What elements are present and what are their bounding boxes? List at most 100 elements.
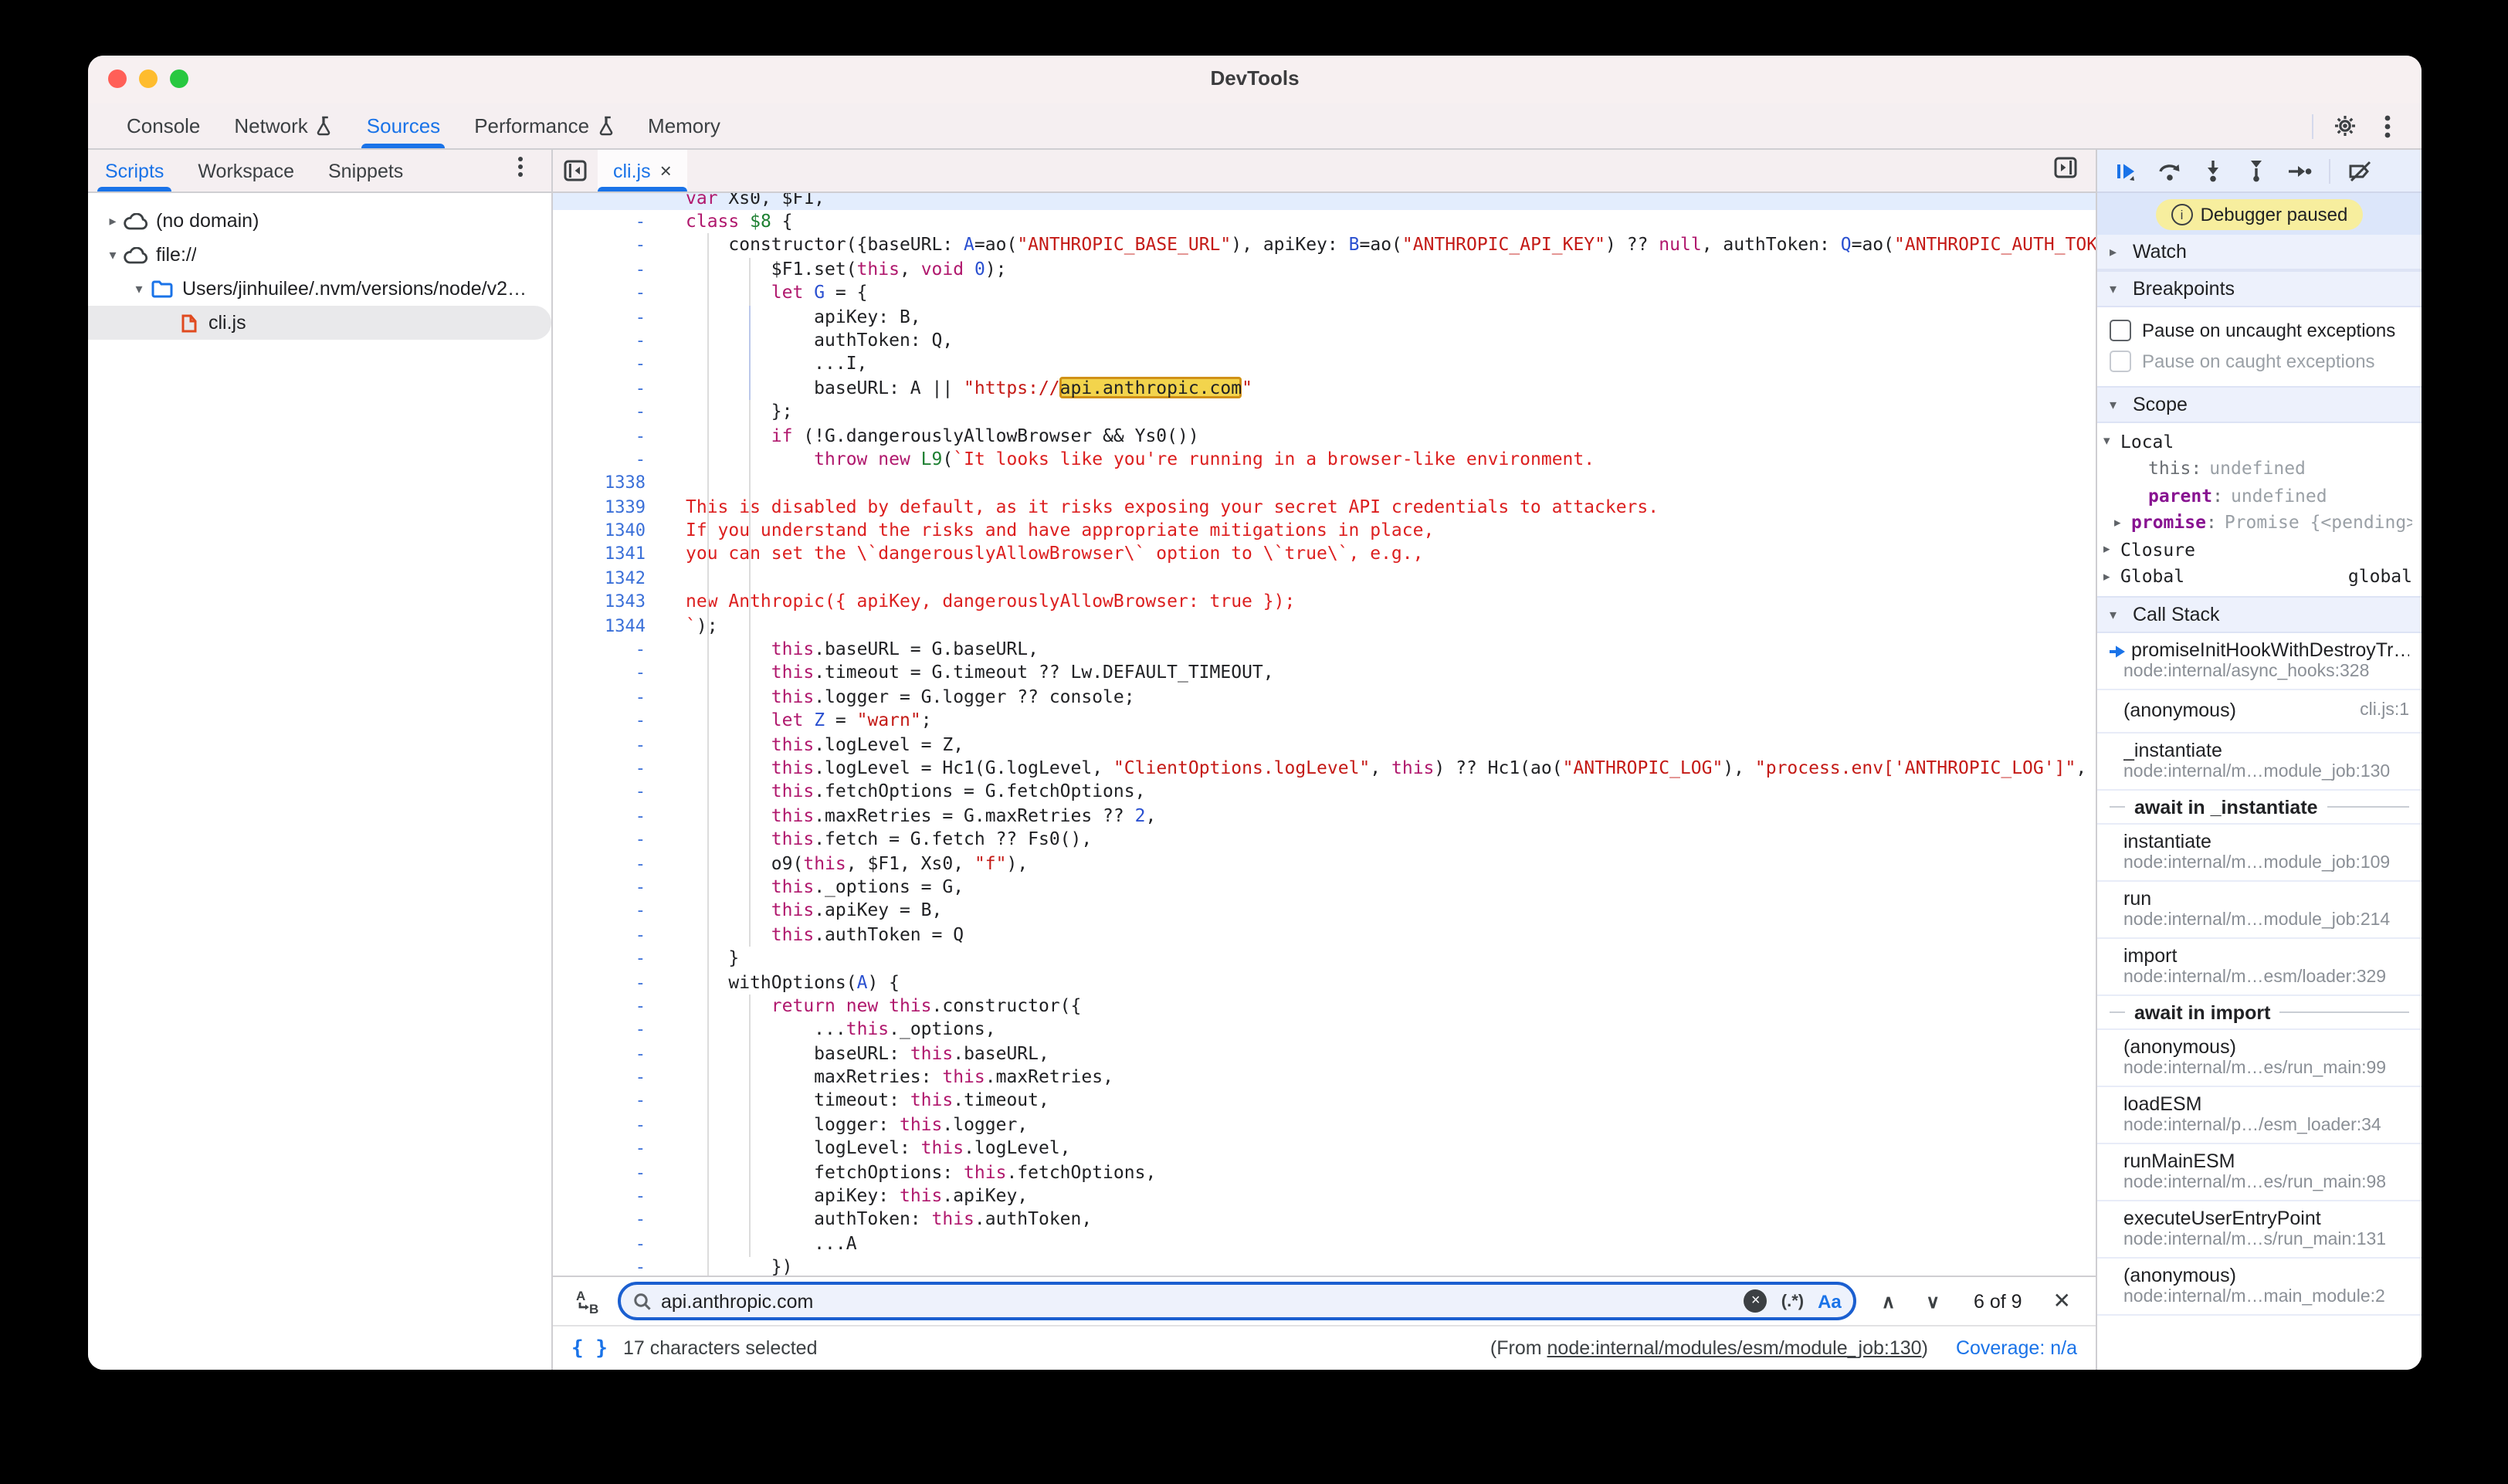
replace-toggle-icon[interactable]: AB <box>568 1284 605 1318</box>
toggle-navigator-icon[interactable] <box>553 150 598 191</box>
search-input[interactable]: api.anthropic.com × (.*) Aa <box>618 1282 1857 1320</box>
code-line[interactable]: - let Z = "warn"; <box>553 709 2096 733</box>
code-line[interactable]: - this._options = G, <box>553 876 2096 900</box>
code-line[interactable]: - this.baseURL = G.baseURL, <box>553 638 2096 662</box>
call-stack-frame[interactable]: (anonymous)node:internal/m…es/run_main:9… <box>2097 1030 2422 1087</box>
code-line[interactable]: - logLevel: this.logLevel, <box>553 1137 2096 1160</box>
gutter-marker[interactable]: - <box>553 1137 667 1160</box>
code-line[interactable]: - ...I, <box>553 353 2096 377</box>
tree-item-cli-js[interactable]: cli.js <box>88 306 551 340</box>
tree-caret-icon[interactable]: ▾ <box>103 246 122 263</box>
kebab-menu-icon[interactable] <box>2369 109 2406 143</box>
clear-search-icon[interactable]: × <box>1744 1289 1767 1313</box>
scope-item-global[interactable]: ▸Globalglobal <box>2097 563 2422 590</box>
gutter-marker[interactable]: - <box>553 305 667 329</box>
code-line[interactable]: - ...this._options, <box>553 1018 2096 1042</box>
deactivate-breakpoints-icon[interactable] <box>2340 154 2380 188</box>
tree-caret-icon[interactable]: ▾ <box>130 280 148 297</box>
regex-toggle[interactable]: (.*) <box>1781 1292 1804 1310</box>
code-line[interactable]: - this.fetchOptions = G.fetchOptions, <box>553 781 2096 805</box>
gutter-marker[interactable]: - <box>553 234 667 258</box>
code-line[interactable]: - this.logger = G.logger ?? console; <box>553 686 2096 710</box>
code-line[interactable]: - constructor({baseURL: A=ao("ANTHROPIC_… <box>553 234 2096 258</box>
code-line[interactable]: var Xs0, $F1, <box>553 193 2096 210</box>
code-line[interactable]: - this.authToken = Q <box>553 923 2096 947</box>
code-line[interactable]: - this.logLevel = Hc1(G.logLevel, "Clien… <box>553 757 2096 781</box>
settings-gear-icon[interactable] <box>2326 109 2363 143</box>
call-stack-frame[interactable]: instantiatenode:internal/m…module_job:10… <box>2097 825 2422 882</box>
gutter-marker[interactable]: - <box>553 258 667 282</box>
code-line[interactable]: 1343new Anthropic({ apiKey, dangerouslyA… <box>553 591 2096 615</box>
coverage-link[interactable]: Coverage: n/a <box>1956 1337 2077 1359</box>
tree-item-users-jinhuilee-nvm-versions-node-v2-[interactable]: ▾Users/jinhuilee/.nvm/versions/node/v2… <box>88 272 551 306</box>
tab-network[interactable]: Network <box>217 103 349 148</box>
resume-script-icon[interactable] <box>2106 154 2147 188</box>
gutter-marker[interactable]: - <box>553 1208 667 1232</box>
tab-memory[interactable]: Memory <box>631 103 737 148</box>
gutter-marker[interactable]: - <box>553 971 667 994</box>
call-stack-frame[interactable]: executeUserEntryPointnode:internal/m…s/r… <box>2097 1201 2422 1259</box>
gutter-marker[interactable]: 1342 <box>553 567 667 591</box>
match-case-toggle[interactable]: Aa <box>1818 1290 1842 1312</box>
scope-item-this[interactable]: this:undefined <box>2097 455 2422 482</box>
section-scope[interactable]: ▾ Scope <box>2097 386 2422 423</box>
scope-item-promise[interactable]: ▸promise:Promise {<pending>} <box>2097 509 2422 536</box>
gutter-marker[interactable]: - <box>553 1113 667 1137</box>
call-stack-frame[interactable]: (anonymous)cli.js:1 <box>2097 690 2422 734</box>
step-icon[interactable] <box>2279 154 2320 188</box>
code-line[interactable]: 1341you can set the \`dangerouslyAllowBr… <box>553 543 2096 567</box>
gutter-marker[interactable]: - <box>553 281 667 305</box>
gutter-marker[interactable]: - <box>553 876 667 900</box>
call-stack-frame[interactable]: promiseInitHookWithDestroyTr…node:intern… <box>2097 633 2422 690</box>
toggle-debugger-sidebar-icon[interactable] <box>2046 150 2096 184</box>
navigator-tab-workspace[interactable]: Workspace <box>181 150 311 191</box>
tree-caret-icon[interactable]: ▸ <box>103 212 122 229</box>
code-line[interactable]: 1342 <box>553 567 2096 591</box>
code-line[interactable]: 1340If you understand the risks and have… <box>553 519 2096 543</box>
code-line[interactable]: -class $8 { <box>553 210 2096 234</box>
gutter-marker[interactable]: - <box>553 805 667 828</box>
code-line[interactable]: - maxRetries: this.maxRetries, <box>553 1066 2096 1089</box>
editor-tab-close-icon[interactable]: × <box>660 159 672 182</box>
gutter-marker[interactable]: - <box>553 400 667 424</box>
gutter-marker[interactable]: - <box>553 1160 667 1184</box>
code-line[interactable]: - baseURL: this.baseURL, <box>553 1042 2096 1066</box>
code-line[interactable]: - } <box>553 947 2096 971</box>
checkbox-pause-on-uncaught-exceptions[interactable]: Pause on uncaught exceptions <box>2097 315 2422 346</box>
code-line[interactable]: - $F1.set(this, void 0); <box>553 258 2096 282</box>
previous-match-icon[interactable]: ∧ <box>1882 1290 1896 1312</box>
gutter-marker[interactable]: - <box>553 329 667 353</box>
gutter-marker[interactable]: - <box>553 353 667 377</box>
gutter-marker[interactable]: 1344 <box>553 614 667 638</box>
navigator-tab-scripts[interactable]: Scripts <box>88 150 181 191</box>
section-watch[interactable]: ▸ Watch <box>2097 235 2422 270</box>
call-stack-frame[interactable]: runMainESMnode:internal/m…es/run_main:98 <box>2097 1144 2422 1201</box>
call-stack-frame[interactable]: runnode:internal/m…module_job:214 <box>2097 882 2422 939</box>
gutter-marker[interactable]: - <box>553 1018 667 1042</box>
navigator-tab-snippets[interactable]: Snippets <box>311 150 420 191</box>
code-line[interactable]: - authToken: this.authToken, <box>553 1208 2096 1232</box>
section-breakpoints[interactable]: ▾ Breakpoints <box>2097 270 2422 307</box>
scope-caret-icon[interactable]: ▸ <box>2103 568 2120 585</box>
code-line[interactable]: - baseURL: A || "https://api.anthropic.c… <box>553 376 2096 400</box>
gutter-marker[interactable]: 1339 <box>553 495 667 519</box>
from-source-link[interactable]: node:internal/modules/esm/module_job:130 <box>1547 1337 1922 1359</box>
navigator-kebab-menu-icon[interactable] <box>502 150 551 184</box>
code-line[interactable]: 1339This is disabled by default, as it r… <box>553 495 2096 519</box>
code-line[interactable]: - let G = { <box>553 281 2096 305</box>
gutter-marker[interactable]: 1341 <box>553 543 667 567</box>
code-line[interactable]: - fetchOptions: this.fetchOptions, <box>553 1160 2096 1184</box>
step-out-icon[interactable] <box>2236 154 2276 188</box>
next-match-icon[interactable]: ∨ <box>1926 1290 1940 1312</box>
gutter-marker[interactable]: - <box>553 828 667 852</box>
checkbox-icon[interactable] <box>2110 320 2131 341</box>
code-line[interactable]: - }; <box>553 400 2096 424</box>
gutter-marker[interactable]: - <box>553 376 667 400</box>
call-stack-frame[interactable]: _instantiatenode:internal/m…module_job:1… <box>2097 734 2422 791</box>
gutter-marker[interactable]: 1338 <box>553 472 667 496</box>
code-line[interactable]: - return new this.constructor({ <box>553 994 2096 1018</box>
call-stack-frame[interactable]: importnode:internal/m…esm/loader:329 <box>2097 939 2422 996</box>
code-line[interactable]: - this.fetch = G.fetch ?? Fs0(), <box>553 828 2096 852</box>
tab-sources[interactable]: Sources <box>350 103 457 148</box>
code-line[interactable]: - apiKey: B, <box>553 305 2096 329</box>
